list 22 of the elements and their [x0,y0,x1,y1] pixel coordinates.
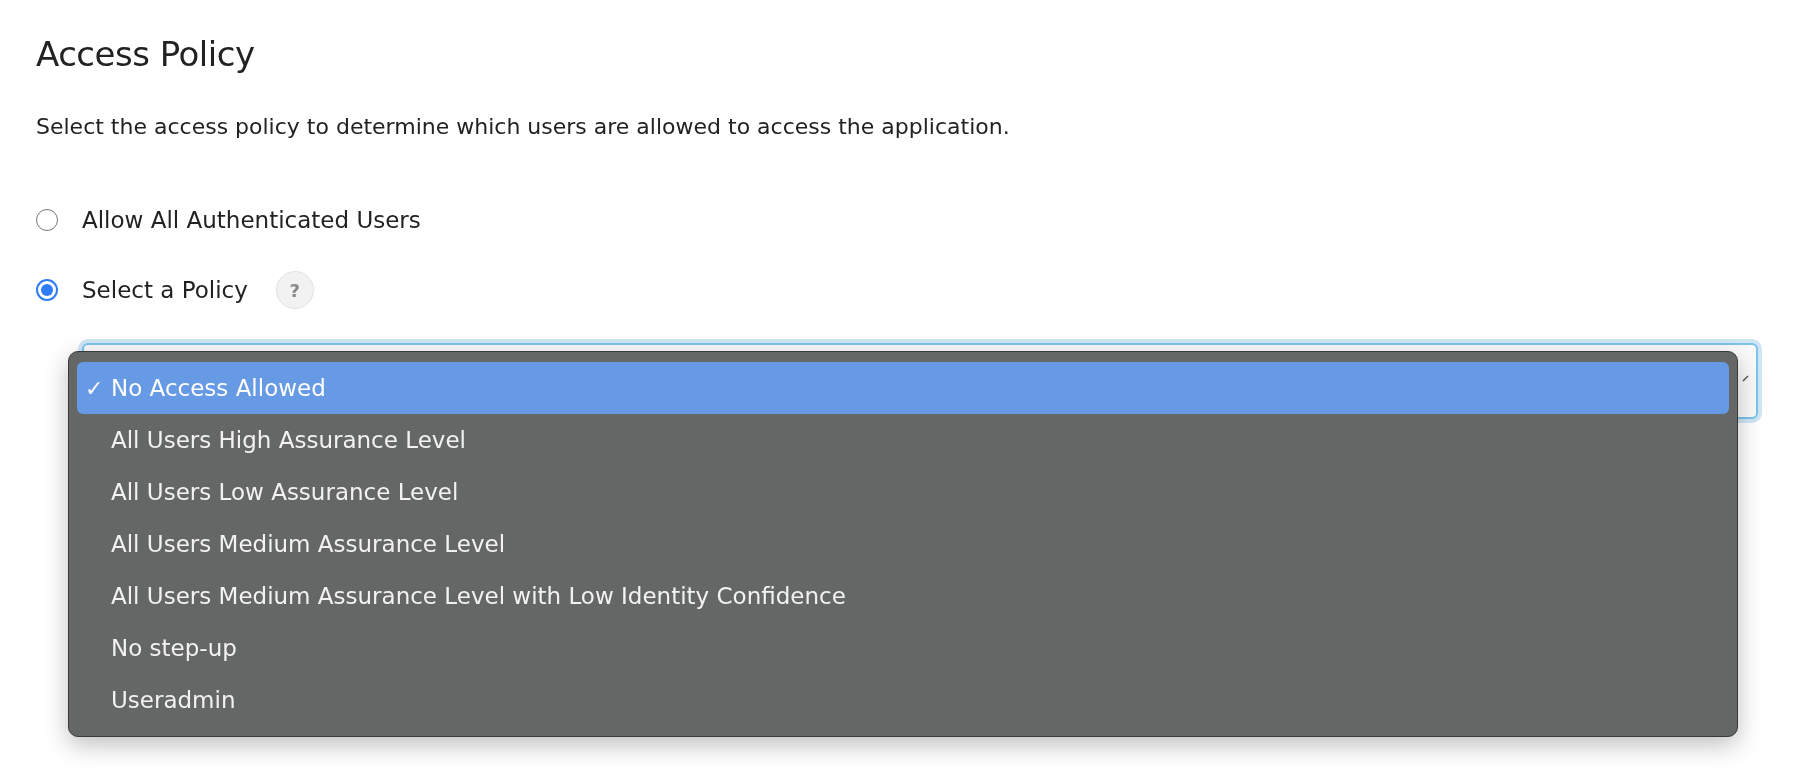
menu-item-label: All Users Medium Assurance Level with Low Identity Confidence [111,583,846,609]
check-mark: ✓ [85,375,105,401]
menu-item[interactable]: Useradmin [77,674,1729,726]
radio-button[interactable] [36,209,58,231]
menu-item[interactable]: All Users Low Assurance Level [77,466,1729,518]
menu-item-label: No step-up [111,635,237,661]
menu-item[interactable]: All Users Medium Assurance Level with Low Identity Confidence [77,570,1729,622]
description-text: Select the access policy to determine which users are allowed to access the application. [36,114,1011,139]
option-label[interactable]: Select a Policy [82,277,248,303]
menu-item-label: All Users Medium Assurance Level [111,531,506,557]
menu-item[interactable]: All Users High Assurance Level [77,414,1729,466]
menu-item-label: All Users Low Assurance Level [111,479,459,505]
menu-item-label: Useradmin [111,687,236,713]
help-icon[interactable]: ? [275,271,314,309]
page-title: Access Policy [36,34,256,74]
menu-item[interactable]: ✓ No Access Allowed [77,362,1729,414]
radio-button[interactable] [36,279,58,301]
menu-item-label: All Users High Assurance Level [111,427,466,453]
menu-item-label: No Access Allowed [111,375,326,401]
option-label[interactable]: Allow All Authenticated Users [82,207,421,233]
menu-item[interactable]: All Users Medium Assurance Level [77,518,1729,570]
menu-item[interactable]: No step-up [77,622,1729,674]
